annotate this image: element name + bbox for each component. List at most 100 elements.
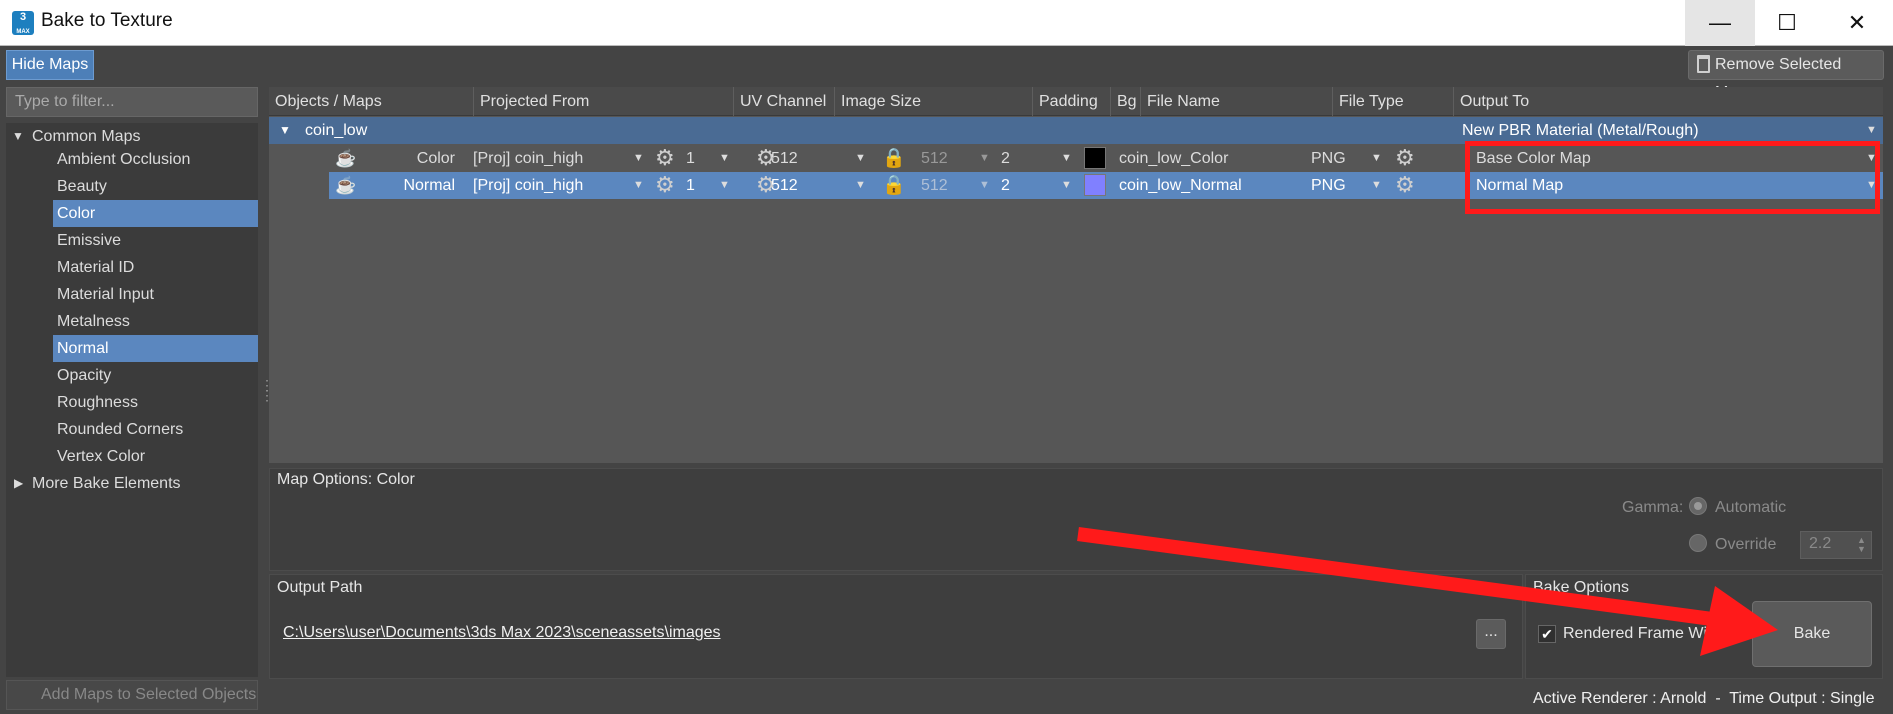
panel-splitter-handle[interactable]: ⋮ ⋮: [260, 378, 274, 410]
tree-item-metalness[interactable]: Metalness: [53, 308, 258, 335]
tree-item-label: Ambient Occlusion: [57, 151, 191, 168]
tree-item-beauty[interactable]: Beauty: [53, 173, 258, 200]
tree-item-label: Metalness: [57, 313, 130, 330]
bg-color-swatch[interactable]: [1084, 174, 1106, 196]
chevron-right-icon[interactable]: ▶: [14, 470, 23, 497]
lock-icon[interactable]: 🔒: [882, 172, 906, 199]
chevron-down-icon[interactable]: ▼: [12, 123, 24, 150]
chevron-down-icon[interactable]: ▼: [1866, 117, 1877, 144]
object-row[interactable]: ▼ coin_low New PBR Material (Metal/Rough…: [269, 117, 1883, 144]
tree-item-color[interactable]: Color: [53, 200, 258, 227]
padding-select[interactable]: 2: [1001, 172, 1010, 199]
tree-item-ambient-occlusion[interactable]: Ambient Occlusion: [53, 146, 258, 173]
column-padding[interactable]: Padding: [1033, 87, 1111, 116]
tree-item-emissive[interactable]: Emissive: [53, 227, 258, 254]
projected-from-select[interactable]: [Proj] coin_high: [473, 145, 583, 172]
image-height-select: 512: [921, 150, 948, 167]
status-bar: Active Renderer : Arnold - Time Output :…: [1533, 690, 1875, 707]
tree-item-material-input[interactable]: Material Input: [53, 281, 258, 308]
uv-channel-select[interactable]: 1: [686, 145, 695, 172]
rendered-frame-window-checkbox[interactable]: ✔: [1538, 625, 1556, 643]
uv-channel-select[interactable]: 1: [686, 172, 695, 199]
chevron-down-icon[interactable]: ▼: [1061, 145, 1072, 172]
image-width-select[interactable]: 512: [771, 172, 798, 199]
chevron-down-icon[interactable]: ▼: [719, 145, 730, 172]
tree-item-opacity[interactable]: Opacity: [53, 362, 258, 389]
chevron-down-icon[interactable]: ▼: [719, 172, 730, 199]
column-file-type[interactable]: File Type: [1333, 87, 1454, 116]
padding-select[interactable]: 2: [1001, 145, 1010, 172]
tree-item-material-id[interactable]: Material ID: [53, 254, 258, 281]
tree-item-normal[interactable]: Normal: [53, 335, 258, 362]
output-path-title: Output Path: [277, 579, 363, 596]
browse-button[interactable]: ...: [1476, 619, 1506, 649]
object-name: coin_low: [305, 122, 368, 139]
object-output-to[interactable]: New PBR Material (Metal/Rough): [1462, 117, 1699, 144]
tree-item-label: Opacity: [57, 367, 112, 384]
chevron-down-icon[interactable]: ▼: [633, 172, 644, 199]
image-width-select[interactable]: 512: [771, 145, 798, 172]
tree-item-vertex-color[interactable]: Vertex Color: [53, 443, 258, 470]
projected-from-select[interactable]: [Proj] coin_high: [473, 172, 583, 199]
map-options-panel: Map Options: Color Gamma: Automatic Over…: [269, 468, 1883, 571]
teapot-icon: ☕: [335, 176, 357, 195]
map-name: Color: [416, 150, 455, 167]
gear-icon[interactable]: ⚙: [1395, 172, 1415, 197]
close-button[interactable]: ✕: [1822, 0, 1892, 46]
file-type-select[interactable]: PNG: [1311, 172, 1346, 199]
tree-item-label: Color: [57, 205, 96, 222]
annotation-highlight-box: [1465, 141, 1880, 214]
tree-item-rounded-corners[interactable]: Rounded Corners: [53, 416, 258, 443]
column-image-size[interactable]: Image Size: [835, 87, 1033, 116]
teapot-icon: ☕: [335, 149, 357, 168]
title-bar: 3 MAX Bake to Texture — ☐ ✕: [0, 0, 1893, 46]
lock-icon[interactable]: 🔒: [882, 145, 906, 172]
chevron-down-icon[interactable]: ▼: [855, 145, 866, 172]
gamma-override-label: Override: [1715, 536, 1777, 553]
gamma-automatic-label: Automatic: [1715, 499, 1787, 516]
bake-options-title: Bake Options: [1533, 579, 1630, 596]
chevron-down-icon[interactable]: ▼: [1061, 172, 1072, 199]
gamma-automatic-radio[interactable]: [1689, 497, 1707, 515]
spinner-icon[interactable]: ▲ ▼: [1857, 536, 1866, 554]
window-title: Bake to Texture: [41, 10, 173, 31]
remove-selected-maps-button[interactable]: Remove Selected Maps: [1688, 50, 1884, 101]
file-name-field[interactable]: coin_low_Normal: [1119, 172, 1242, 199]
gamma-override-radio[interactable]: [1689, 534, 1707, 552]
gear-icon[interactable]: ⚙: [655, 172, 675, 197]
column-output-to[interactable]: Output To: [1454, 87, 1883, 116]
bg-color-swatch[interactable]: [1084, 147, 1106, 169]
filter-input[interactable]: Type to filter...: [6, 87, 258, 117]
tree-item-label: Material Input: [57, 286, 154, 303]
map-options-title: Map Options: Color: [277, 471, 415, 488]
maximize-button[interactable]: ☐: [1752, 0, 1822, 46]
column-objects-maps[interactable]: Objects / Maps: [269, 87, 474, 116]
file-name-field[interactable]: coin_low_Color: [1119, 145, 1228, 172]
gear-icon[interactable]: ⚙: [1395, 145, 1415, 170]
chevron-down-icon[interactable]: ▼: [279, 117, 291, 144]
hide-maps-button[interactable]: Hide Maps: [6, 50, 94, 80]
tree-group-label: More Bake Elements: [32, 475, 181, 492]
tree-item-label: Normal: [57, 340, 109, 357]
chevron-down-icon[interactable]: ▼: [1371, 172, 1382, 199]
add-maps-button[interactable]: Add Maps to Selected Objects: [6, 680, 258, 710]
tree-item-roughness[interactable]: Roughness: [53, 389, 258, 416]
column-bg[interactable]: Bg: [1111, 87, 1141, 116]
gear-icon[interactable]: ⚙: [655, 145, 675, 170]
column-uv-channel[interactable]: UV Channel: [734, 87, 835, 116]
chevron-down-icon: ▼: [979, 179, 990, 191]
bake-button[interactable]: Bake: [1752, 601, 1872, 667]
tree-item-label: Material ID: [57, 259, 135, 276]
gamma-label: Gamma:: [1622, 499, 1684, 516]
file-type-select[interactable]: PNG: [1311, 145, 1346, 172]
chevron-down-icon[interactable]: ▼: [855, 172, 866, 199]
column-projected-from[interactable]: Projected From: [474, 87, 734, 116]
rendered-frame-window-label: Rendered Frame Wind: [1563, 625, 1725, 642]
chevron-down-icon[interactable]: ▼: [1371, 145, 1382, 172]
minimize-button[interactable]: —: [1685, 0, 1755, 46]
image-height-select: 512: [921, 177, 948, 194]
output-path-link[interactable]: C:\Users\user\Documents\3ds Max 2023\sce…: [283, 624, 721, 642]
column-file-name[interactable]: File Name: [1141, 87, 1333, 116]
chevron-down-icon[interactable]: ▼: [633, 145, 644, 172]
tree-group-more-bake-elements[interactable]: ▶ More Bake Elements: [6, 470, 258, 497]
